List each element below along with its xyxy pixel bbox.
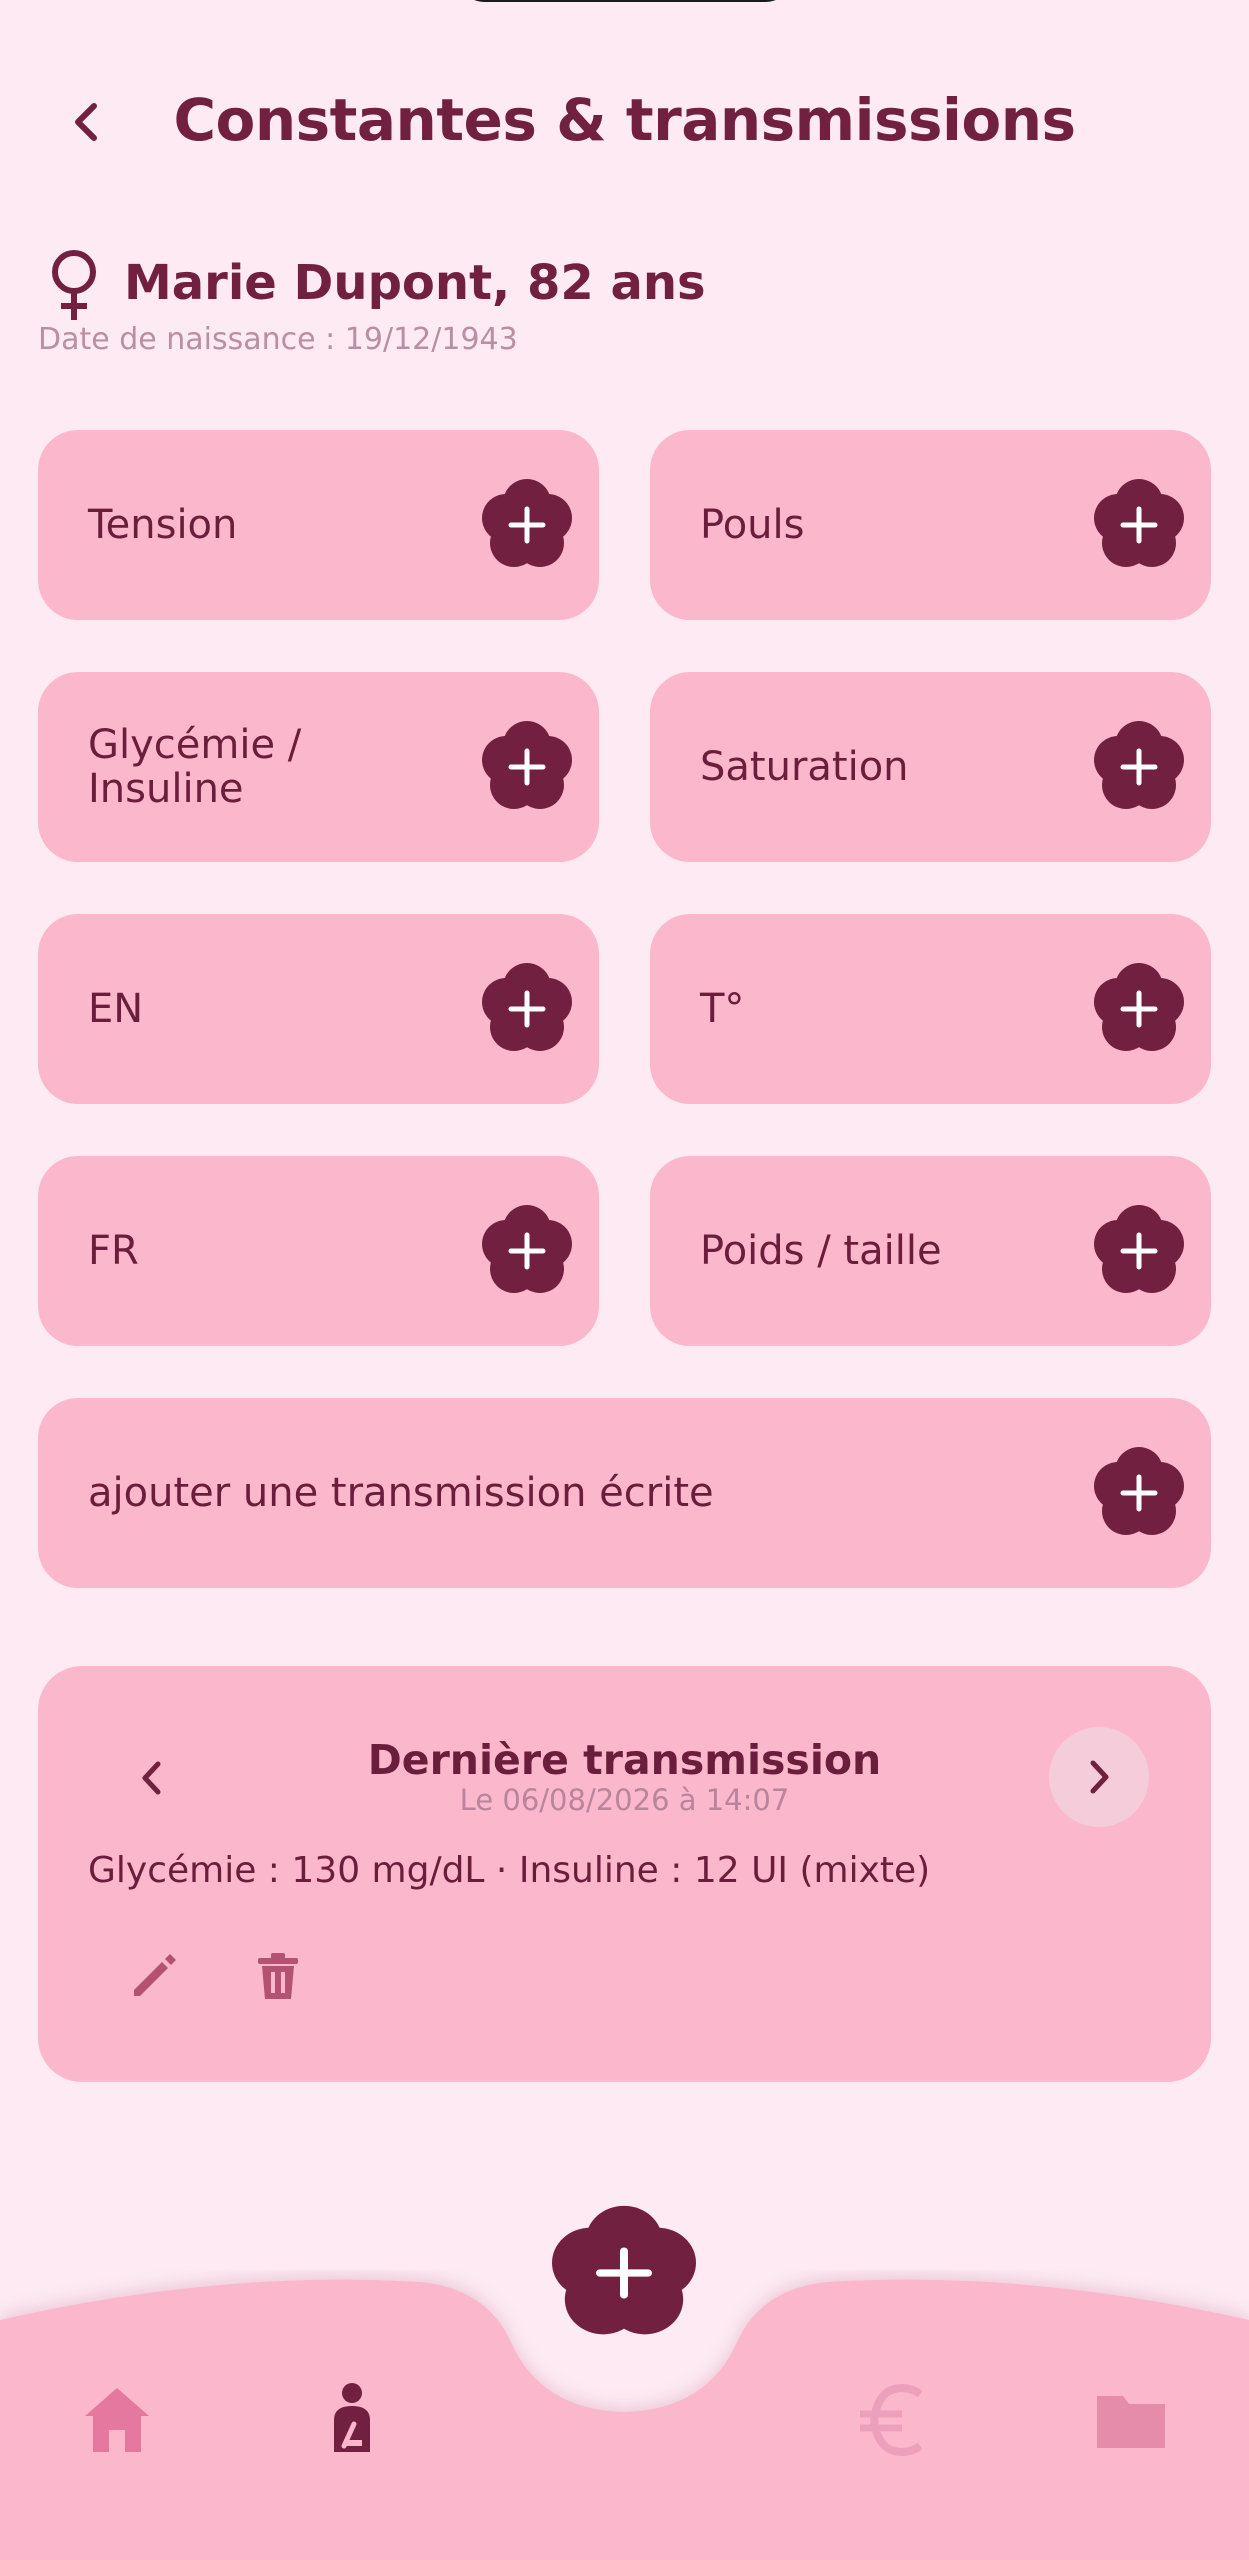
nav-home-button[interactable] bbox=[79, 2382, 155, 2458]
page-title: Constantes & transmissions bbox=[173, 86, 1076, 154]
written-transmission-label: ajouter une transmission écrite bbox=[88, 1470, 714, 1516]
measure-label: Poids / taille bbox=[700, 1228, 942, 1274]
measure-label: Glycémie / Insuline bbox=[88, 722, 302, 812]
add-pouls-button[interactable] bbox=[1089, 475, 1189, 575]
device-notch bbox=[455, 0, 795, 2]
measure-label: Pouls bbox=[700, 502, 805, 548]
flower-plus-icon bbox=[1094, 963, 1184, 1051]
nav-billing-button[interactable] bbox=[856, 2382, 932, 2458]
flower-plus-icon bbox=[1094, 1447, 1184, 1535]
measure-label: Saturation bbox=[700, 744, 909, 790]
chevron-right-icon bbox=[1090, 1760, 1109, 1794]
add-poids-taille-button[interactable] bbox=[1089, 1201, 1189, 1301]
transmission-title: Dernière transmission bbox=[367, 1736, 882, 1784]
transmission-date: Le 06/08/2026 à 14:07 bbox=[459, 1783, 790, 1817]
folder-icon bbox=[1097, 2396, 1165, 2448]
pencil-icon bbox=[134, 1954, 176, 1996]
patient-birth-date: Date de naissance : 19/12/1943 bbox=[38, 322, 518, 357]
nav-documents-button[interactable] bbox=[1093, 2384, 1169, 2460]
last-transmission-card: Dernière transmission Le 06/08/2026 à 14… bbox=[38, 1666, 1211, 2082]
patient-name: Marie Dupont, 82 ans bbox=[124, 255, 706, 311]
trash-icon bbox=[258, 1953, 298, 1999]
flower-plus-icon bbox=[482, 963, 572, 1051]
flower-plus-icon bbox=[552, 2205, 696, 2335]
add-temperature-button[interactable] bbox=[1089, 959, 1189, 1059]
add-tension-button[interactable] bbox=[477, 475, 577, 575]
patient-icon bbox=[334, 2383, 370, 2452]
flower-plus-icon bbox=[482, 479, 572, 567]
add-fr-button[interactable] bbox=[477, 1201, 577, 1301]
add-saturation-button[interactable] bbox=[1089, 717, 1189, 817]
flower-plus-icon bbox=[1094, 1205, 1184, 1293]
delete-transmission-button[interactable] bbox=[246, 1944, 310, 2008]
flower-plus-icon bbox=[482, 721, 572, 809]
flower-plus-icon bbox=[1094, 721, 1184, 809]
measure-label: EN bbox=[88, 986, 144, 1032]
female-symbol-icon bbox=[52, 250, 96, 320]
edit-transmission-button[interactable] bbox=[122, 1944, 186, 2008]
main-add-button[interactable] bbox=[544, 2200, 704, 2346]
flower-plus-icon bbox=[482, 1205, 572, 1293]
next-transmission-button[interactable] bbox=[1049, 1727, 1149, 1827]
add-en-button[interactable] bbox=[477, 959, 577, 1059]
measure-label: Tension bbox=[88, 502, 238, 548]
home-icon bbox=[85, 2388, 149, 2452]
euro-icon bbox=[860, 2383, 923, 2457]
add-written-transmission-button[interactable] bbox=[1089, 1443, 1189, 1543]
nav-patient-button[interactable] bbox=[314, 2380, 390, 2456]
add-glycemie-button[interactable] bbox=[477, 717, 577, 817]
flower-plus-icon bbox=[1094, 479, 1184, 567]
measure-label: T° bbox=[700, 986, 745, 1032]
add-written-transmission-card[interactable]: ajouter une transmission écrite bbox=[38, 1398, 1211, 1588]
transmission-content: Glycémie : 130 mg/dL · Insuline : 12 UI … bbox=[88, 1850, 931, 1891]
measure-label: FR bbox=[88, 1228, 139, 1274]
